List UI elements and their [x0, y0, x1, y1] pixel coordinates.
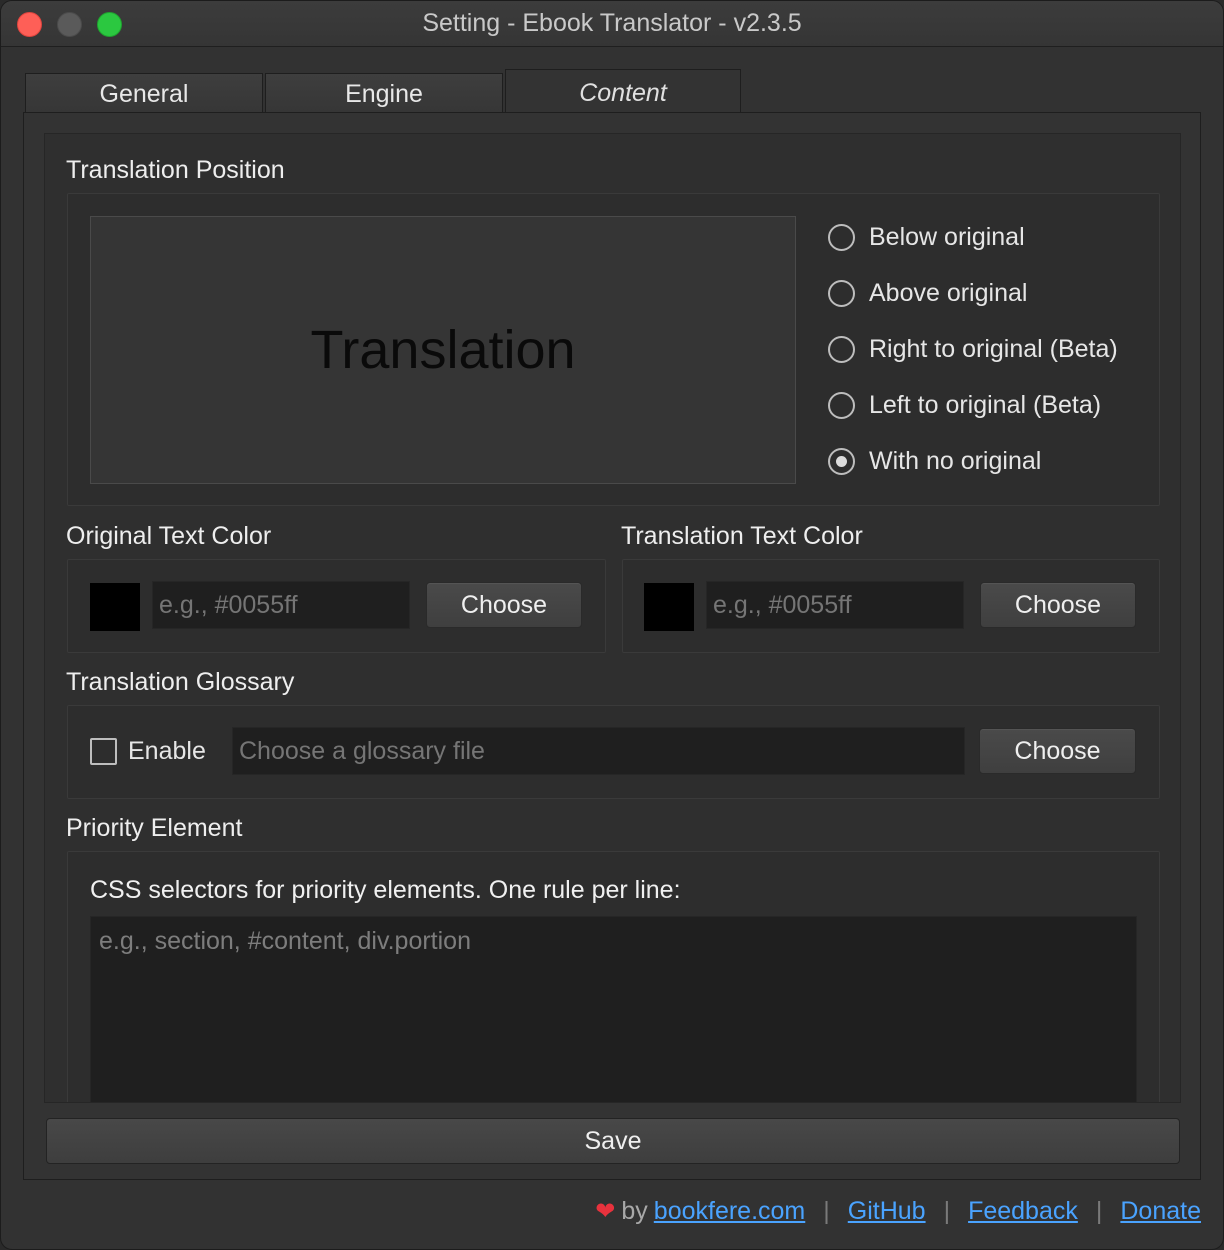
- priority-element-heading: Priority Element: [66, 814, 243, 842]
- radio-label: Left to original (Beta): [869, 391, 1102, 419]
- translation-position-group: Translation Below original Above origina…: [67, 193, 1160, 506]
- tab-general[interactable]: General: [25, 73, 263, 113]
- radio-button-checked[interactable]: [828, 448, 855, 475]
- original-color-group: Choose: [67, 559, 606, 653]
- glossary-file-input[interactable]: [232, 727, 965, 775]
- translation-glossary-heading: Translation Glossary: [66, 668, 295, 696]
- translation-color-input[interactable]: [706, 581, 964, 629]
- translation-text-color-heading: Translation Text Color: [621, 522, 863, 550]
- position-preview: Translation: [90, 216, 796, 484]
- radio-button[interactable]: [828, 336, 855, 363]
- title-bar[interactable]: Setting - Ebook Translator - v2.3.5: [1, 1, 1223, 47]
- translation-position-heading: Translation Position: [66, 156, 285, 184]
- translation-color-group: Choose: [622, 559, 1160, 653]
- content-scroll-area[interactable]: Translation Position Translation Below o…: [44, 133, 1181, 1103]
- radio-below-original[interactable]: Below original: [828, 223, 1025, 252]
- translation-color-swatch: [644, 583, 694, 631]
- original-text-color-heading: Original Text Color: [66, 522, 272, 550]
- radio-above-original[interactable]: Above original: [828, 279, 1027, 308]
- content-tab-panel: Translation Position Translation Below o…: [23, 112, 1201, 1180]
- glossary-enable-checkbox[interactable]: [90, 738, 117, 765]
- radio-button[interactable]: [828, 280, 855, 307]
- radio-label: With no original: [869, 447, 1042, 475]
- priority-element-group: CSS selectors for priority elements. One…: [67, 851, 1160, 1102]
- link-github[interactable]: GitHub: [848, 1197, 926, 1226]
- glossary-enable-label: Enable: [128, 737, 206, 765]
- footer-links: ❤ by bookfere.com | GitHub | Feedback | …: [595, 1197, 1201, 1226]
- radio-right-to-original[interactable]: Right to original (Beta): [828, 335, 1118, 364]
- glossary-group: Enable Choose: [67, 705, 1160, 799]
- link-donate[interactable]: Donate: [1120, 1197, 1201, 1226]
- footer-separator: |: [823, 1197, 830, 1225]
- radio-left-to-original[interactable]: Left to original (Beta): [828, 391, 1101, 420]
- translation-color-choose-button[interactable]: Choose: [980, 582, 1136, 628]
- window-title: Setting - Ebook Translator - v2.3.5: [422, 9, 802, 37]
- radio-button[interactable]: [828, 224, 855, 251]
- radio-label: Above original: [869, 279, 1028, 307]
- link-feedback[interactable]: Feedback: [968, 1197, 1078, 1226]
- radio-with-no-original[interactable]: With no original: [828, 447, 1041, 476]
- heart-icon: ❤: [595, 1198, 616, 1225]
- original-color-swatch: [90, 583, 140, 631]
- radio-label: Right to original (Beta): [869, 335, 1118, 363]
- link-bookfere[interactable]: bookfere.com: [654, 1197, 805, 1226]
- footer-by-text: by: [621, 1197, 648, 1225]
- save-button[interactable]: Save: [46, 1118, 1180, 1164]
- priority-description: CSS selectors for priority elements. One…: [90, 876, 681, 904]
- original-color-input[interactable]: [152, 581, 410, 629]
- tab-engine[interactable]: Engine: [265, 73, 503, 113]
- footer-separator: |: [943, 1197, 951, 1225]
- footer-separator: |: [1095, 1197, 1103, 1225]
- original-color-choose-button[interactable]: Choose: [426, 582, 582, 628]
- radio-label: Below original: [869, 223, 1025, 251]
- tab-content[interactable]: Content: [505, 69, 741, 114]
- glossary-choose-button[interactable]: Choose: [979, 728, 1136, 774]
- settings-window: Setting - Ebook Translator - v2.3.5 Gene…: [0, 0, 1224, 1250]
- priority-selectors-textarea[interactable]: e.g., section, #content, div.portion: [90, 916, 1137, 1102]
- radio-button[interactable]: [828, 392, 855, 419]
